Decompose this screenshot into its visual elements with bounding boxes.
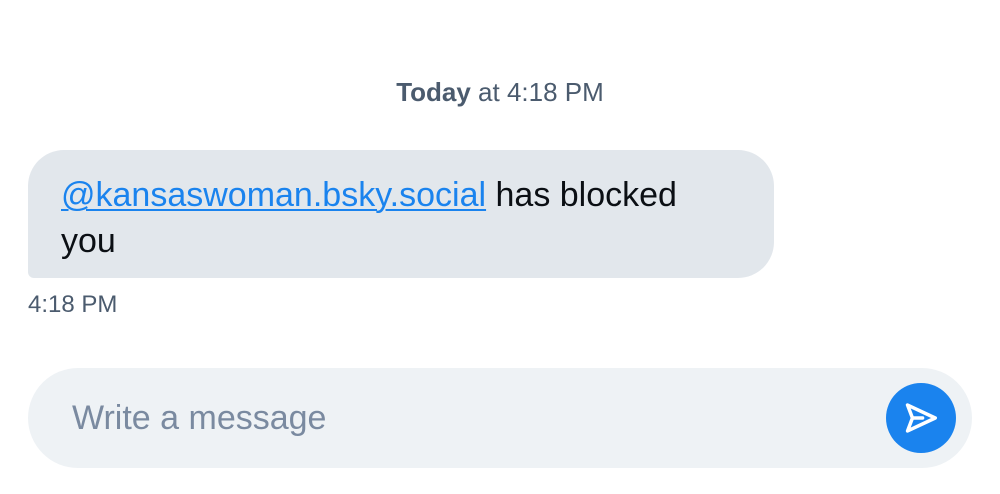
date-divider-day: Today bbox=[396, 77, 471, 107]
message-timestamp: 4:18 PM bbox=[28, 291, 118, 318]
message-composer bbox=[28, 368, 972, 468]
chat-view: Today at 4:18 PM @kansaswoman.bsky.socia… bbox=[0, 0, 1000, 494]
date-divider-time: at 4:18 PM bbox=[470, 77, 604, 107]
message-input[interactable] bbox=[72, 392, 832, 444]
paper-plane-icon bbox=[902, 399, 940, 437]
message-bubble: @kansaswoman.bsky.social has blocked you bbox=[28, 150, 774, 278]
mention-link[interactable]: @kansaswoman.bsky.social bbox=[61, 176, 486, 214]
date-divider: Today at 4:18 PM bbox=[0, 76, 1000, 108]
send-button[interactable] bbox=[886, 383, 956, 453]
